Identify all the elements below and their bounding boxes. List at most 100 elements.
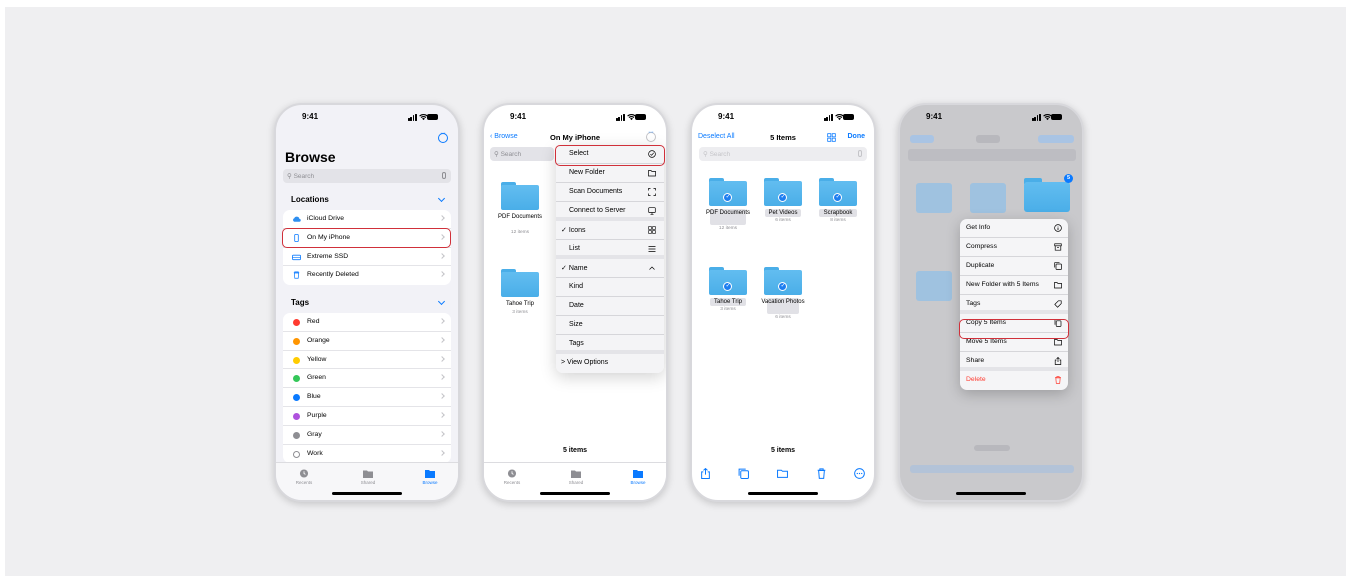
location-icloud-drive[interactable]: iCloud Drive: [283, 210, 451, 229]
tag-gray[interactable]: Gray: [283, 426, 451, 445]
folder-name: Tahoe Trip: [505, 301, 535, 307]
folder-tahoe-trip[interactable]: [501, 269, 539, 297]
archive-icon: [1054, 243, 1062, 251]
menu-item-view-options[interactable]: > View Options: [556, 354, 664, 373]
folder-count: 12 items: [510, 230, 530, 235]
signal-icon: [824, 114, 833, 121]
trash-icon[interactable]: [816, 468, 827, 479]
locations-header: Locations: [291, 195, 329, 204]
page-title: Browse: [285, 149, 336, 165]
tag-purple[interactable]: Purple: [283, 407, 451, 426]
folder-icon[interactable]: [777, 468, 788, 479]
menu-item-share[interactable]: Share: [960, 352, 1068, 371]
folder-tahoe-trip[interactable]: [709, 267, 747, 295]
menu-item-size[interactable]: Size: [556, 316, 664, 335]
folder-count: 3 items: [720, 307, 736, 312]
tag-green[interactable]: Green: [283, 369, 451, 389]
info-icon: [1054, 224, 1062, 232]
orange-dot-icon: [293, 337, 300, 345]
search-field[interactable]: ⚲ Search: [490, 147, 554, 161]
trash-icon: [1055, 376, 1061, 384]
tag-orange[interactable]: Orange: [283, 332, 451, 351]
tag-yellow[interactable]: Yellow: [283, 351, 451, 370]
menu-item-name[interactable]: Name: [556, 259, 664, 278]
menu-item-delete[interactable]: Delete: [960, 371, 1068, 390]
folder-name: Vacation Photos: [761, 299, 805, 305]
folder-pet-videos[interactable]: [764, 178, 802, 206]
menu-item-new-folder-with-items[interactable]: New Folder with 5 Items: [960, 276, 1068, 295]
menu-item-duplicate[interactable]: Duplicate: [960, 257, 1068, 276]
menu-item-tags[interactable]: Tags: [556, 335, 664, 354]
microphone-icon[interactable]: [858, 150, 862, 157]
tags-header: Tags: [291, 298, 310, 307]
menu-item-get-info[interactable]: Get Info: [960, 219, 1068, 238]
home-indicator: [332, 492, 402, 495]
folder-scrapbook[interactable]: [819, 178, 857, 206]
tab-browse[interactable]: Browse: [618, 469, 658, 485]
folder-pdf-documents[interactable]: [501, 182, 539, 210]
duplicate-icon[interactable]: [738, 468, 749, 479]
nav-title: On My iPhone: [549, 133, 600, 142]
tag-blue[interactable]: Blue: [283, 388, 451, 407]
share-icon[interactable]: [700, 468, 711, 479]
tab-recents[interactable]: Recents: [492, 469, 532, 485]
more-options-icon[interactable]: [438, 130, 448, 143]
blurred-toolbar: [910, 465, 1074, 473]
chevron-right-icon: [439, 318, 445, 324]
menu-item-list[interactable]: List: [556, 240, 664, 259]
tab-recents[interactable]: Recents: [284, 469, 324, 485]
status-bar: 9:41: [900, 112, 1082, 124]
home-indicator: [956, 492, 1026, 495]
chevron-right-icon: [439, 374, 445, 381]
folder-pdf-documents[interactable]: [709, 178, 747, 206]
tag-red[interactable]: Red: [283, 313, 451, 332]
chevron-down-icon[interactable]: [437, 194, 446, 203]
menu-item-new-folder[interactable]: New Folder: [556, 164, 664, 183]
drive-icon: [292, 254, 301, 260]
grid-icon: [648, 226, 656, 234]
menu-item-scan-documents[interactable]: Scan Documents: [556, 183, 664, 202]
item-count: 5 items: [770, 447, 796, 454]
status-bar: 9:41: [484, 112, 666, 124]
chevron-right-icon: [439, 355, 445, 362]
folder-name: Scrapbook: [823, 210, 853, 216]
menu-item-kind[interactable]: Kind: [556, 278, 664, 297]
tab-browse[interactable]: Browse: [410, 469, 450, 485]
search-field[interactable]: ⚲ Search: [283, 169, 451, 183]
dragged-folder-stack[interactable]: 5: [1024, 174, 1073, 212]
microphone-icon[interactable]: [442, 172, 446, 179]
menu-item-connect-to-server[interactable]: Connect to Server: [556, 202, 664, 221]
tag-work[interactable]: Work: [283, 445, 451, 464]
menu-item-date[interactable]: Date: [556, 297, 664, 316]
home-indicator: [540, 492, 610, 495]
search-field[interactable]: ⚲ Search: [699, 147, 867, 161]
chevron-right-icon: [439, 215, 445, 221]
share-icon: [1054, 357, 1062, 365]
battery-icon: [1051, 114, 1062, 120]
folder-count: 12 items: [718, 226, 738, 231]
more-options-icon[interactable]: [854, 468, 865, 479]
green-dot-icon: [293, 375, 300, 383]
tab-shared[interactable]: Shared: [348, 469, 388, 485]
menu-item-icons[interactable]: Icons: [556, 221, 664, 240]
menu-item-tags[interactable]: Tags: [960, 295, 1068, 314]
menu-item-compress[interactable]: Compress: [960, 238, 1068, 257]
location-extreme-ssd[interactable]: Extreme SSD: [283, 248, 451, 267]
folder-vacation-photos[interactable]: [764, 267, 802, 295]
clock-icon: [299, 469, 309, 478]
cloud-icon: [293, 216, 301, 222]
more-options-icon[interactable]: [646, 129, 656, 142]
clock-icon: [507, 469, 517, 478]
highlight-on-my-iphone: [282, 228, 451, 248]
monitor-icon: [648, 207, 656, 215]
tab-shared[interactable]: Shared: [556, 469, 596, 485]
location-recently-deleted[interactable]: Recently Deleted: [283, 266, 451, 285]
folder-plus-icon: [648, 170, 656, 177]
grid-view-icon[interactable]: [827, 133, 836, 142]
chevron-down-icon[interactable]: [437, 297, 446, 306]
chevron-right-icon: [439, 393, 445, 400]
highlight-copy-items: [959, 319, 1069, 339]
status-time: 9:41: [926, 112, 943, 121]
done-button[interactable]: Done: [848, 133, 866, 140]
folder-count: 6 items: [775, 218, 791, 223]
